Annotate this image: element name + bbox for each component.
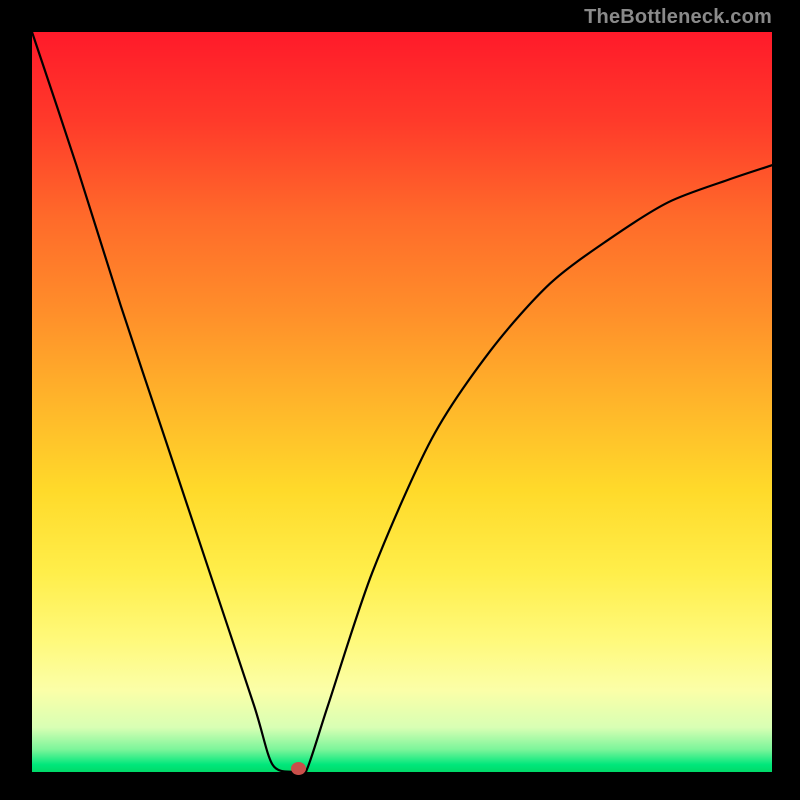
bottleneck-curve-path [32,32,772,776]
optimum-dot [291,762,306,775]
plot-area [32,32,772,772]
chart-frame: TheBottleneck.com [0,0,800,800]
attribution-text: TheBottleneck.com [584,6,772,29]
curve-layer [32,32,772,772]
